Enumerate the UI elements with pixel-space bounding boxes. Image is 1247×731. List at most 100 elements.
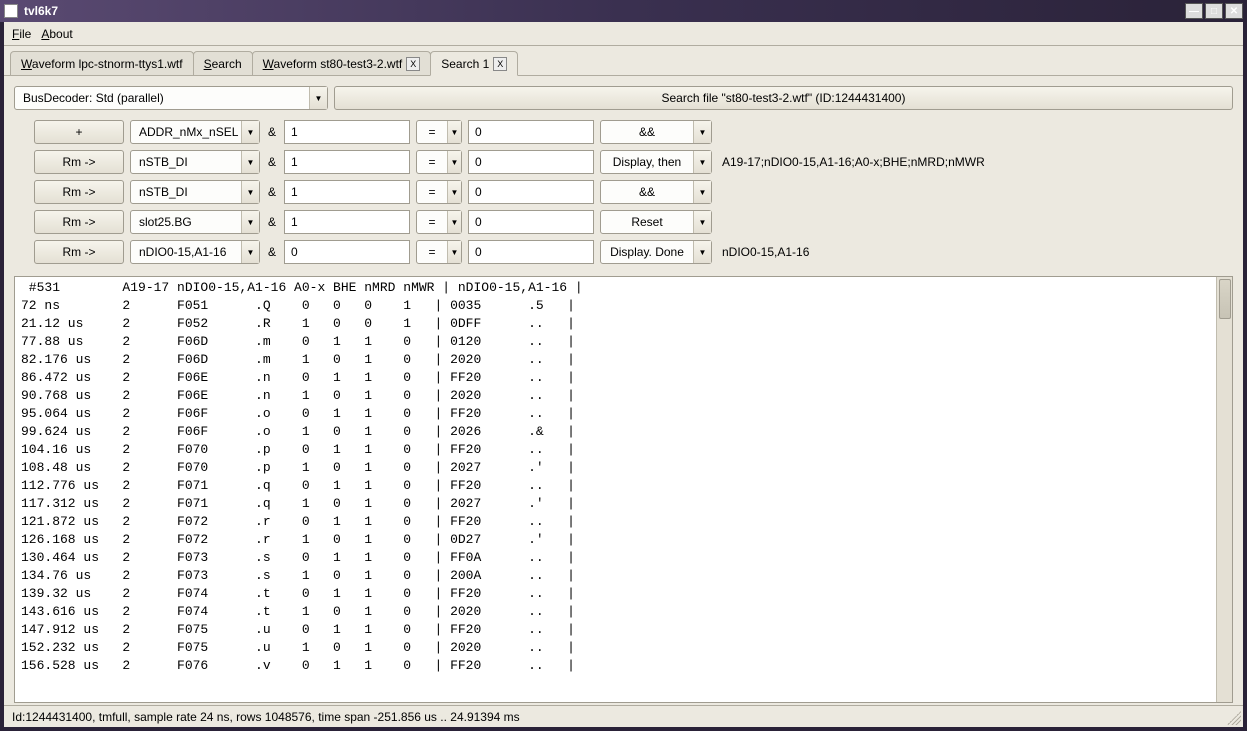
operator-label: = (417, 215, 447, 229)
results-panel: #531 A19-17 nDIO0-15,A1-16 A0-x BHE nMRD… (14, 276, 1233, 703)
chevron-down-icon[interactable]: ▼ (241, 181, 259, 203)
tab-1[interactable]: Search (193, 51, 253, 75)
signal-select[interactable]: ADDR_nMx_nSEL▼ (130, 120, 260, 144)
value1-input[interactable] (284, 240, 410, 264)
remove-rule-button[interactable]: Rm -> (34, 150, 124, 174)
chevron-down-icon[interactable]: ▼ (309, 87, 327, 109)
status-text: Id:1244431400, tmfull, sample rate 24 ns… (12, 710, 520, 724)
maximize-button[interactable]: □ (1205, 3, 1223, 19)
action-label: && (601, 125, 693, 139)
rule-note: A19-17;nDIO0-15,A1-16;A0-x;BHE;nMRD;nMWR (718, 155, 985, 169)
tab-bar: Waveform lpc-stnorm-ttys1.wtfSearchWavef… (4, 46, 1243, 76)
signal-label: slot25.BG (131, 215, 241, 229)
value2-input[interactable] (468, 120, 594, 144)
chevron-down-icon[interactable]: ▼ (693, 181, 711, 203)
chevron-down-icon[interactable]: ▼ (447, 121, 461, 143)
operator-select[interactable]: =▼ (416, 180, 462, 204)
chevron-down-icon[interactable]: ▼ (241, 121, 259, 143)
menu-about[interactable]: About (41, 27, 72, 41)
value1-input[interactable] (284, 150, 410, 174)
action-select[interactable]: &&▼ (600, 180, 712, 204)
tab-0[interactable]: Waveform lpc-stnorm-ttys1.wtf (10, 51, 194, 75)
chevron-down-icon[interactable]: ▼ (693, 241, 711, 263)
remove-rule-button[interactable]: Rm -> (34, 180, 124, 204)
operator-label: = (417, 155, 447, 169)
action-label: Display. Done (601, 245, 693, 259)
value1-input[interactable] (284, 210, 410, 234)
tab-label: Waveform st80-test3-2.wtf (263, 57, 403, 71)
chevron-down-icon[interactable]: ▼ (241, 151, 259, 173)
menubar: File About (4, 22, 1243, 46)
chevron-down-icon[interactable]: ▼ (693, 211, 711, 233)
results-text: #531 A19-17 nDIO0-15,A1-16 A0-x BHE nMRD… (15, 277, 1216, 702)
vertical-scrollbar[interactable] (1216, 277, 1232, 702)
action-select[interactable]: Reset▼ (600, 210, 712, 234)
chevron-down-icon[interactable]: ▼ (447, 211, 461, 233)
titlebar: tvl6k7 — □ ✕ (0, 0, 1247, 22)
close-button[interactable]: ✕ (1225, 3, 1243, 19)
rule-row-1: Rm ->nSTB_DI▼&=▼Display, then▼A19-17;nDI… (34, 150, 1233, 174)
rule-row-2: Rm ->nSTB_DI▼&=▼&&▼ (34, 180, 1233, 204)
and-symbol: & (266, 155, 278, 169)
action-label: Display, then (601, 155, 693, 169)
action-select[interactable]: Display. Done▼ (600, 240, 712, 264)
signal-label: nSTB_DI (131, 155, 241, 169)
action-select[interactable]: Display, then▼ (600, 150, 712, 174)
resize-handle[interactable] (1227, 711, 1241, 725)
signal-label: nSTB_DI (131, 185, 241, 199)
value2-input[interactable] (468, 210, 594, 234)
operator-select[interactable]: =▼ (416, 210, 462, 234)
chevron-down-icon[interactable]: ▼ (241, 211, 259, 233)
chevron-down-icon[interactable]: ▼ (241, 241, 259, 263)
operator-select[interactable]: =▼ (416, 150, 462, 174)
and-symbol: & (266, 125, 278, 139)
window-title: tvl6k7 (24, 4, 1185, 18)
add-rule-button[interactable]: + (34, 120, 124, 144)
rule-row-0: +ADDR_nMx_nSEL▼&=▼&&▼ (34, 120, 1233, 144)
scrollbar-thumb[interactable] (1219, 279, 1231, 319)
value2-input[interactable] (468, 150, 594, 174)
tab-label: Search 1 (441, 57, 489, 71)
value1-input[interactable] (284, 120, 410, 144)
signal-select[interactable]: slot25.BG▼ (130, 210, 260, 234)
signal-label: nDIO0-15,A1-16 (131, 245, 241, 259)
action-label: Reset (601, 215, 693, 229)
rule-note: nDIO0-15,A1-16 (718, 245, 809, 259)
chevron-down-icon[interactable]: ▼ (447, 181, 461, 203)
status-bar: Id:1244431400, tmfull, sample rate 24 ns… (4, 705, 1243, 727)
tab-3[interactable]: Search 1 X (430, 51, 518, 76)
operator-select[interactable]: =▼ (416, 240, 462, 264)
remove-rule-button[interactable]: Rm -> (34, 240, 124, 264)
tab-2[interactable]: Waveform st80-test3-2.wtfX (252, 51, 432, 75)
remove-rule-button[interactable]: Rm -> (34, 210, 124, 234)
operator-select[interactable]: =▼ (416, 120, 462, 144)
operator-label: = (417, 185, 447, 199)
value2-input[interactable] (468, 180, 594, 204)
rules-panel: +ADDR_nMx_nSEL▼&=▼&&▼Rm ->nSTB_DI▼&=▼Dis… (4, 114, 1243, 270)
value1-input[interactable] (284, 180, 410, 204)
signal-select[interactable]: nSTB_DI▼ (130, 180, 260, 204)
bus-decoder-select[interactable]: BusDecoder: Std (parallel) ▼ (14, 86, 328, 110)
bus-decoder-label: BusDecoder: Std (parallel) (15, 91, 309, 105)
chevron-down-icon[interactable]: ▼ (447, 151, 461, 173)
value2-input[interactable] (468, 240, 594, 264)
chevron-down-icon[interactable]: ▼ (693, 121, 711, 143)
rule-row-4: Rm ->nDIO0-15,A1-16▼&=▼Display. Done▼nDI… (34, 240, 1233, 264)
operator-label: = (417, 125, 447, 139)
signal-select[interactable]: nDIO0-15,A1-16▼ (130, 240, 260, 264)
action-label: && (601, 185, 693, 199)
minimize-button[interactable]: — (1185, 3, 1203, 19)
tab-close-icon[interactable]: X (493, 57, 507, 71)
signal-label: ADDR_nMx_nSEL (131, 125, 241, 139)
tab-label: Waveform lpc-stnorm-ttys1.wtf (21, 57, 183, 71)
rule-row-3: Rm ->slot25.BG▼&=▼Reset▼ (34, 210, 1233, 234)
menu-file[interactable]: File (12, 27, 31, 41)
chevron-down-icon[interactable]: ▼ (693, 151, 711, 173)
chevron-down-icon[interactable]: ▼ (447, 241, 461, 263)
search-file-button[interactable]: Search file "st80-test3-2.wtf" (ID:12444… (334, 86, 1233, 110)
operator-label: = (417, 245, 447, 259)
signal-select[interactable]: nSTB_DI▼ (130, 150, 260, 174)
and-symbol: & (266, 245, 278, 259)
action-select[interactable]: &&▼ (600, 120, 712, 144)
tab-close-icon[interactable]: X (406, 57, 420, 71)
